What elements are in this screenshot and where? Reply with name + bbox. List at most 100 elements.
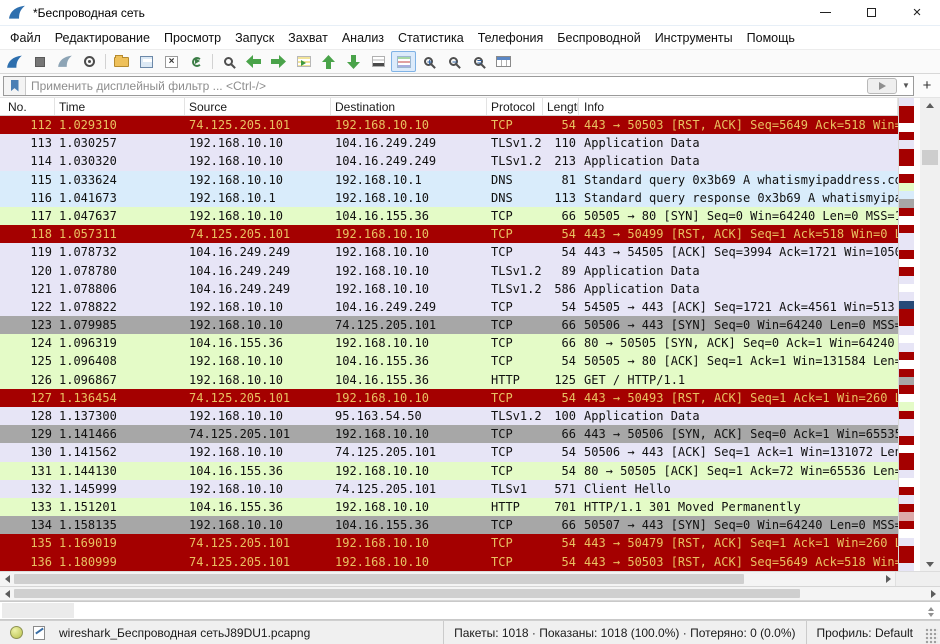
maximize-button[interactable] bbox=[848, 0, 894, 25]
packet-cell[interactable]: 192.168.10.10 bbox=[185, 134, 331, 152]
packet-cell[interactable]: TCP bbox=[487, 516, 543, 534]
packet-cell[interactable]: 192.168.10.10 bbox=[331, 243, 487, 261]
packet-row-136[interactable]: 1361.18099974.125.205.101192.168.10.10TC… bbox=[0, 553, 898, 571]
packet-cell[interactable]: HTTP/1.1 301 Moved Permanently bbox=[579, 498, 898, 516]
packet-cell[interactable]: 122 bbox=[0, 298, 55, 316]
resize-columns-button[interactable] bbox=[491, 51, 516, 72]
packet-cell[interactable]: GET / HTTP/1.1 bbox=[579, 371, 898, 389]
menu-item-статистика[interactable]: Статистика bbox=[391, 28, 471, 48]
minimize-button[interactable] bbox=[802, 0, 848, 25]
packet-row-113[interactable]: 1131.030257192.168.10.10104.16.249.249TL… bbox=[0, 134, 898, 152]
packet-cell[interactable]: 192.168.10.10 bbox=[185, 352, 331, 370]
packet-cell[interactable]: 54 bbox=[543, 352, 579, 370]
bytes-pane-scroll[interactable] bbox=[928, 604, 934, 620]
stop-capture-button[interactable] bbox=[27, 51, 52, 72]
packet-cell[interactable]: 116 bbox=[0, 189, 55, 207]
packet-cell[interactable]: 125 bbox=[543, 371, 579, 389]
packet-row-135[interactable]: 1351.16901974.125.205.101192.168.10.10TC… bbox=[0, 534, 898, 552]
packet-cell[interactable]: 118 bbox=[0, 225, 55, 243]
packet-cell[interactable]: 192.168.10.1 bbox=[331, 171, 487, 189]
packet-cell[interactable]: 192.168.10.1 bbox=[185, 189, 331, 207]
packet-cell[interactable]: 54 bbox=[543, 225, 579, 243]
packet-cell[interactable]: 119 bbox=[0, 243, 55, 261]
details-hscrollbar[interactable] bbox=[0, 586, 940, 601]
packet-cell[interactable]: 192.168.10.10 bbox=[331, 189, 487, 207]
packet-cell[interactable]: TCP bbox=[487, 225, 543, 243]
add-filter-button[interactable]: + bbox=[917, 76, 937, 96]
packet-cell[interactable]: 100 bbox=[543, 407, 579, 425]
packet-row-116[interactable]: 1161.041673192.168.10.1192.168.10.10DNS1… bbox=[0, 189, 898, 207]
packet-cell[interactable]: 1.078822 bbox=[55, 298, 185, 316]
expert-info-icon[interactable] bbox=[10, 626, 23, 639]
packet-cell[interactable]: 192.168.10.10 bbox=[185, 480, 331, 498]
packet-cell[interactable]: 1.078732 bbox=[55, 243, 185, 261]
packet-cell[interactable]: 1.151201 bbox=[55, 498, 185, 516]
menu-item-просмотр[interactable]: Просмотр bbox=[157, 28, 228, 48]
packet-cell[interactable]: 136 bbox=[0, 553, 55, 571]
vertical-scrollbar[interactable] bbox=[920, 98, 940, 571]
packet-row-117[interactable]: 1171.047637192.168.10.10104.16.155.36TCP… bbox=[0, 207, 898, 225]
packet-list-hscrollbar[interactable] bbox=[0, 572, 896, 586]
packet-row-132[interactable]: 1321.145999192.168.10.1074.125.205.101TL… bbox=[0, 480, 898, 498]
packet-cell[interactable]: 443 → 50506 [SYN, ACK] Seq=0 Ack=1 Win=6… bbox=[579, 425, 898, 443]
packet-cell[interactable]: 114 bbox=[0, 152, 55, 170]
packet-cell[interactable]: 132 bbox=[0, 480, 55, 498]
vertical-scrollbar-thumb[interactable] bbox=[922, 150, 938, 165]
packet-cell[interactable]: 54 bbox=[543, 443, 579, 461]
packet-cell[interactable]: 104.16.155.36 bbox=[331, 352, 487, 370]
packet-cell[interactable]: 117 bbox=[0, 207, 55, 225]
packet-cell[interactable]: 104.16.155.36 bbox=[331, 371, 487, 389]
packet-cell[interactable]: 192.168.10.10 bbox=[331, 334, 487, 352]
packet-cell[interactable]: 1.041673 bbox=[55, 189, 185, 207]
packet-row-124[interactable]: 1241.096319104.16.155.36192.168.10.10TCP… bbox=[0, 334, 898, 352]
packet-cell[interactable]: 192.168.10.10 bbox=[185, 298, 331, 316]
packet-cell[interactable]: 66 bbox=[543, 207, 579, 225]
packet-cell[interactable]: 115 bbox=[0, 171, 55, 189]
packet-cell[interactable]: 192.168.10.10 bbox=[331, 116, 487, 134]
scroll-down-button[interactable] bbox=[920, 557, 940, 571]
packet-cell[interactable]: 192.168.10.10 bbox=[331, 389, 487, 407]
packet-cell[interactable]: 50506 → 443 [SYN] Seq=0 Win=64240 Len=0 … bbox=[579, 316, 898, 334]
packet-cell[interactable]: 1.029310 bbox=[55, 116, 185, 134]
packet-cell[interactable]: 1.141466 bbox=[55, 425, 185, 443]
packet-cell[interactable]: 134 bbox=[0, 516, 55, 534]
capture-options-button[interactable] bbox=[77, 51, 102, 72]
packet-cell[interactable]: 104.16.249.249 bbox=[331, 152, 487, 170]
save-file-button[interactable] bbox=[134, 51, 159, 72]
packet-cell[interactable]: 1.078780 bbox=[55, 262, 185, 280]
go-back-button[interactable] bbox=[241, 51, 266, 72]
packet-cell[interactable]: 124 bbox=[0, 334, 55, 352]
packet-cell[interactable]: TCP bbox=[487, 298, 543, 316]
packet-cell[interactable]: 81 bbox=[543, 171, 579, 189]
start-capture-button[interactable] bbox=[2, 51, 27, 72]
packet-cell[interactable]: Application Data bbox=[579, 152, 898, 170]
packet-row-121[interactable]: 1211.078806104.16.249.249192.168.10.10TL… bbox=[0, 280, 898, 298]
capture-comment-icon[interactable] bbox=[33, 626, 45, 640]
menu-item-инструменты[interactable]: Инструменты bbox=[648, 28, 740, 48]
packet-cell[interactable]: 192.168.10.10 bbox=[331, 498, 487, 516]
auto-scroll-button[interactable] bbox=[366, 51, 391, 72]
colorize-packets-button[interactable] bbox=[391, 51, 416, 72]
packet-cell[interactable]: 1.158135 bbox=[55, 516, 185, 534]
packet-cell[interactable]: Client Hello bbox=[579, 480, 898, 498]
packet-cell[interactable]: TCP bbox=[487, 334, 543, 352]
packet-cell[interactable]: 54 bbox=[543, 553, 579, 571]
column-header-time[interactable]: Time bbox=[55, 98, 185, 115]
packet-cell[interactable]: TLSv1.2 bbox=[487, 152, 543, 170]
packet-cell[interactable]: 443 → 50499 [RST, ACK] Seq=1 Ack=518 Win… bbox=[579, 225, 898, 243]
packet-cell[interactable]: 192.168.10.10 bbox=[185, 371, 331, 389]
close-button[interactable]: × bbox=[894, 0, 940, 25]
packet-cell[interactable]: 104.16.155.36 bbox=[331, 207, 487, 225]
packet-cell[interactable]: 54 bbox=[543, 243, 579, 261]
packet-cell[interactable]: TCP bbox=[487, 462, 543, 480]
packet-cell[interactable]: 74.125.205.101 bbox=[185, 553, 331, 571]
packet-row-112[interactable]: 1121.02931074.125.205.101192.168.10.10TC… bbox=[0, 116, 898, 134]
packet-cell[interactable]: 192.168.10.10 bbox=[185, 407, 331, 425]
column-header-destination[interactable]: Destination bbox=[331, 98, 487, 115]
packet-cell[interactable]: Standard query response 0x3b69 A whatism… bbox=[579, 189, 898, 207]
packet-cell[interactable]: DNS bbox=[487, 189, 543, 207]
column-header-protocol[interactable]: Protocol bbox=[487, 98, 543, 115]
packet-cell[interactable]: TLSv1.2 bbox=[487, 280, 543, 298]
menu-item-помощь[interactable]: Помощь bbox=[740, 28, 802, 48]
packet-cell[interactable]: 192.168.10.10 bbox=[185, 171, 331, 189]
